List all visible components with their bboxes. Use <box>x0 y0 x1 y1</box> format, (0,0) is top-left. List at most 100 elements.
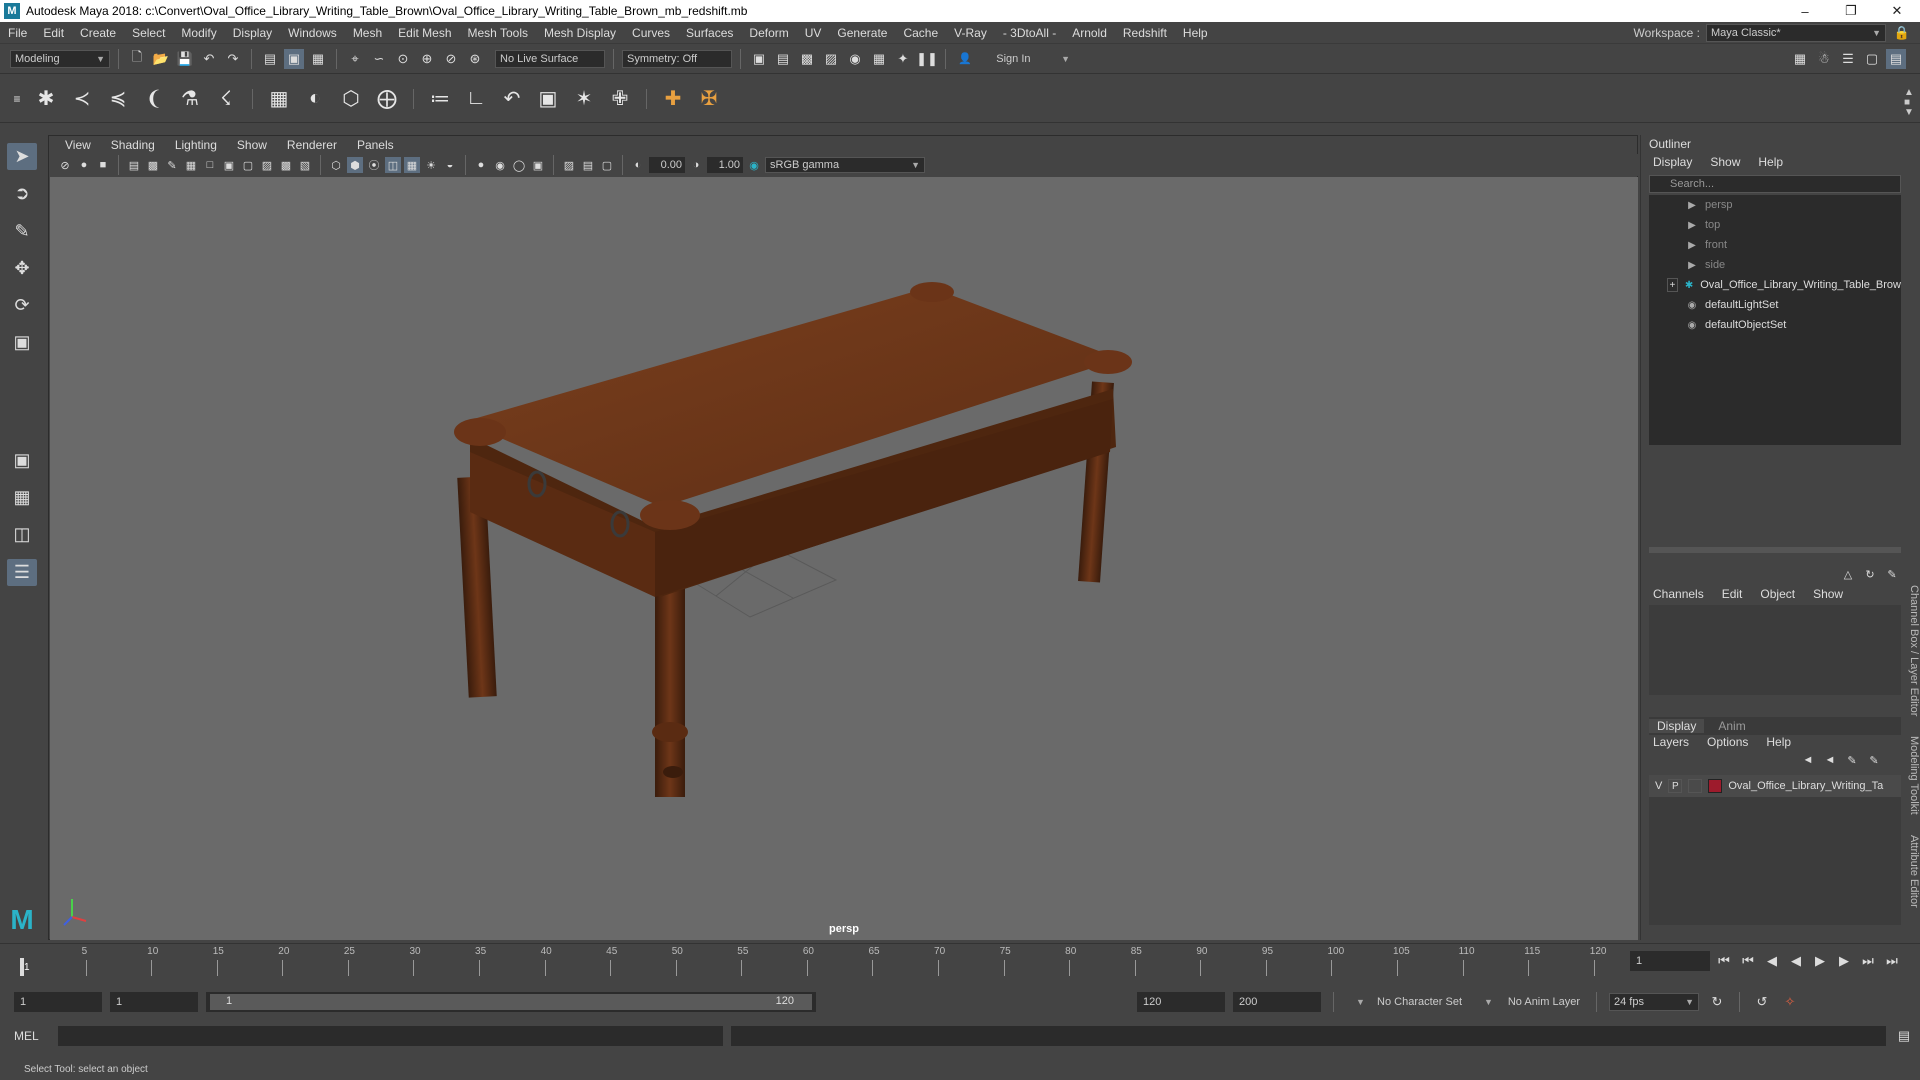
play-forward-icon[interactable]: ▶ <box>1810 951 1830 971</box>
open-scene-icon[interactable]: 📂 <box>151 49 171 69</box>
xray-joints-icon[interactable]: ▤ <box>580 157 596 173</box>
layer-tab-display[interactable]: Display <box>1649 719 1705 733</box>
sign-in-dropdown[interactable]: 👤 Sign In ▼ <box>954 49 1074 68</box>
motion-blur-icon[interactable]: ● <box>473 157 489 173</box>
channelbox-menu-object[interactable]: Object <box>1760 587 1795 601</box>
component-editor-icon[interactable]: ⨁ <box>373 85 401 113</box>
range-slider-handle[interactable] <box>210 994 812 1010</box>
2d-pan-zoom-icon[interactable]: ▩ <box>145 157 161 173</box>
layer-playback-toggle[interactable]: P <box>1668 779 1683 793</box>
step-forward-key-icon[interactable]: ⏭ <box>1858 951 1878 971</box>
snap-view-icon[interactable]: ⊕ <box>417 49 437 69</box>
snap-vertex-icon[interactable]: ⊛ <box>465 49 485 69</box>
move-tool-icon[interactable]: ✥ <box>7 255 37 282</box>
select-object-icon[interactable]: ▣ <box>284 48 304 69</box>
move-layer-up-icon[interactable]: ◄ <box>1801 753 1815 767</box>
menu-modify[interactable]: Modify <box>173 26 224 40</box>
gate-mask-icon[interactable]: ▢ <box>240 157 256 173</box>
ipr-render-icon[interactable]: ▩ <box>797 49 817 69</box>
menu-cache[interactable]: Cache <box>895 26 946 40</box>
animation-end-field[interactable]: 200 <box>1233 992 1321 1012</box>
image-plane-icon[interactable]: ▤ <box>126 157 142 173</box>
ik-spline-icon[interactable]: ≼ <box>104 85 132 113</box>
channel-key-icon[interactable]: △ <box>1841 567 1855 581</box>
bookmark-icon[interactable]: ■ <box>95 157 111 173</box>
smooth-bind-icon[interactable]: ⬡ <box>337 85 365 113</box>
depth-of-field-icon[interactable]: ◯ <box>511 157 527 173</box>
hypershade-icon[interactable]: ◉ <box>845 49 865 69</box>
menu-3dtoall[interactable]: - 3DtoAll - <box>995 26 1064 40</box>
select-tool-icon[interactable]: ➤ <box>7 143 37 171</box>
menu-vray[interactable]: V-Ray <box>946 26 995 40</box>
render-view-icon[interactable]: ▣ <box>749 49 769 69</box>
menu-deform[interactable]: Deform <box>741 26 796 40</box>
channel-sync-icon[interactable]: ↻ <box>1863 567 1877 581</box>
loop-icon[interactable]: ↻ <box>1707 992 1727 1012</box>
step-forward-frame-icon[interactable]: ▶ <box>1834 951 1854 971</box>
channel-box-toggle-icon[interactable]: ▤ <box>1886 48 1906 69</box>
viewport-menu-renderer[interactable]: Renderer <box>279 138 345 152</box>
joint-tool-icon[interactable]: ✱ <box>32 85 60 113</box>
single-perspective-layout-icon[interactable]: ▣ <box>7 447 37 474</box>
outliner-menu-show[interactable]: Show <box>1710 155 1740 169</box>
lattice-icon[interactable]: ∟ <box>462 85 490 113</box>
live-surface-field[interactable]: No Live Surface <box>495 49 605 68</box>
menu-edit-mesh[interactable]: Edit Mesh <box>390 26 459 40</box>
character-controls-toggle-icon[interactable]: ☃ <box>1814 49 1834 69</box>
parent-constraint-icon[interactable]: ✚ <box>659 85 687 113</box>
outliner-item[interactable]: ▶ front <box>1649 235 1901 255</box>
exposure-field[interactable]: 0.00 <box>649 157 685 173</box>
layer-menu-help[interactable]: Help <box>1766 735 1791 749</box>
outliner-menu-help[interactable]: Help <box>1758 155 1783 169</box>
scale-tool-icon[interactable]: ▣ <box>7 329 37 356</box>
lock-icon[interactable]: 🔒 <box>1892 23 1912 43</box>
use-all-lights-icon[interactable]: ▦ <box>404 157 420 173</box>
menu-file[interactable]: File <box>0 26 35 40</box>
anti-aliasing-icon[interactable]: ◉ <box>492 157 508 173</box>
step-back-frame-icon[interactable]: ◀ <box>1762 951 1782 971</box>
go-to-start-icon[interactable]: ⏮ <box>1714 951 1734 971</box>
display-layer-row[interactable]: V P Oval_Office_Library_Writing_Ta <box>1649 775 1901 797</box>
redo-icon[interactable]: ↷ <box>223 49 243 69</box>
outliner-item[interactable]: ◉ defaultObjectSet <box>1649 315 1901 335</box>
menu-surfaces[interactable]: Surfaces <box>678 26 741 40</box>
side-tab-channel-box[interactable]: Channel Box / Layer Editor <box>1902 585 1920 716</box>
field-chart-icon[interactable]: ▨ <box>259 157 275 173</box>
four-view-layout-icon[interactable]: ▦ <box>7 484 37 511</box>
sculpt-deformer-icon[interactable]: ✙ <box>606 85 634 113</box>
symmetry-dropdown[interactable]: Symmetry: Off <box>622 49 732 68</box>
save-scene-icon[interactable]: 💾 <box>175 49 195 69</box>
viewport-menu-panels[interactable]: Panels <box>349 138 402 152</box>
wrap-deformer-icon[interactable]: ✶ <box>570 85 598 113</box>
modeling-toolkit-toggle-icon[interactable]: ▦ <box>1790 49 1810 69</box>
smooth-shade-icon[interactable]: ⬢ <box>347 157 363 173</box>
color-management-icon[interactable]: ◉ <box>746 157 762 173</box>
lasso-tool-icon[interactable]: ➲ <box>7 180 37 207</box>
command-language-label[interactable]: MEL <box>14 1029 50 1043</box>
gamma-icon[interactable]: ◑ <box>688 157 704 173</box>
character-set-dropdown[interactable]: ▼ No Character Set <box>1346 993 1466 1011</box>
isolate-select-icon[interactable]: ▣ <box>530 157 546 173</box>
film-gate-icon[interactable]: □ <box>202 157 218 173</box>
gamma-field[interactable]: 1.00 <box>707 157 743 173</box>
channel-pin-icon[interactable]: ✎ <box>1885 567 1899 581</box>
menu-mesh-tools[interactable]: Mesh Tools <box>460 26 536 40</box>
paint-select-tool-icon[interactable]: ✎ <box>7 217 37 244</box>
blend-shape-icon[interactable]: ≔ <box>426 85 454 113</box>
grease-pencil-icon[interactable]: ✎ <box>164 157 180 173</box>
ik-spline-handle-icon[interactable]: ❨ <box>140 85 168 113</box>
viewport-menu-show[interactable]: Show <box>229 138 275 152</box>
layer-tab-anim[interactable]: Anim <box>1710 719 1753 733</box>
camera-attributes-icon[interactable]: ⊘ <box>57 157 73 173</box>
anim-layer-dropdown[interactable]: ▼ No Anim Layer <box>1474 993 1584 1011</box>
menu-mesh-display[interactable]: Mesh Display <box>536 26 624 40</box>
ik-handle-icon[interactable]: ≺ <box>68 85 96 113</box>
render-current-icon[interactable]: ▤ <box>773 49 793 69</box>
textured-icon[interactable]: ◫ <box>385 157 401 173</box>
camera-icon[interactable]: ● <box>76 157 92 173</box>
shelf-options-icon[interactable]: ≡ <box>10 85 24 113</box>
menu-select[interactable]: Select <box>124 26 173 40</box>
step-back-key-icon[interactable]: ⏮ <box>1738 951 1758 971</box>
point-constraint-icon[interactable]: ✠ <box>695 85 723 113</box>
menu-help[interactable]: Help <box>1175 26 1216 40</box>
